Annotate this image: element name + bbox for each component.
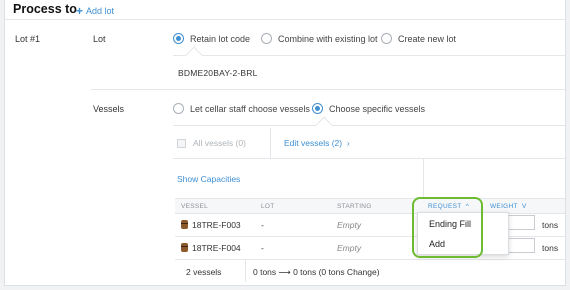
starting-cell: Empty <box>337 243 362 253</box>
edit-vessels-link[interactable]: Edit vessels (2) › <box>284 138 350 148</box>
lot-number-label: Lot #1 <box>15 34 41 44</box>
vessel-name: 18TRE-F004 <box>192 243 241 253</box>
radio-circle <box>381 33 392 44</box>
weight-input[interactable] <box>505 238 535 253</box>
lot-code-value: BDME20BAY-2-BRL <box>178 68 258 78</box>
vessels-row-label: Vessels <box>93 104 125 114</box>
column-header-starting[interactable]: STARTING <box>337 203 372 210</box>
plus-icon: + <box>76 4 84 18</box>
radio-label: Let cellar staff choose vessels <box>190 103 310 114</box>
starting-cell: Empty <box>337 220 362 230</box>
radio-combine-existing-lot[interactable]: Combine with existing lot <box>261 33 378 44</box>
lot-row-label: Lot <box>93 34 106 44</box>
vessel-cell: 18TRE-F003 <box>181 220 241 230</box>
all-vessels-checkbox[interactable]: All vessels (0) <box>177 138 246 148</box>
radio-label: Combine with existing lot <box>278 33 378 44</box>
weight-unit: tons <box>542 243 559 253</box>
page-title: Process to <box>13 2 77 16</box>
vessel-count: 2 vessels <box>186 267 222 277</box>
lot-cell: - <box>261 220 264 230</box>
edit-vessels-label: Edit vessels (2) <box>284 138 343 148</box>
radio-label: Choose specific vessels <box>329 103 426 114</box>
radio-circle <box>261 33 272 44</box>
vessel-name: 18TRE-F003 <box>192 220 241 230</box>
add-lot-button[interactable]: + Add lot <box>76 4 114 18</box>
radio-circle <box>312 103 323 114</box>
add-lot-label: Add lot <box>86 6 115 16</box>
radio-label: Create new lot <box>398 33 457 44</box>
show-capacities-link[interactable]: Show Capacities <box>177 174 240 184</box>
radio-create-new-lot[interactable]: Create new lot <box>381 33 456 44</box>
divider <box>173 158 565 159</box>
weight-unit: tons <box>542 220 559 230</box>
column-header-weight[interactable]: WEIGHT v <box>490 203 527 210</box>
chevron-right-icon: › <box>346 138 350 148</box>
divider <box>91 89 565 90</box>
radio-choose-specific-vessels[interactable]: Choose specific vessels <box>312 103 425 114</box>
column-header-vessel[interactable]: VESSEL <box>181 203 208 210</box>
divider <box>173 125 565 126</box>
radio-label: Retain lot code <box>190 33 251 44</box>
sort-down-icon: v <box>522 203 527 210</box>
process-card: Process to + Add lot Lot #1 Lot Retain lo… <box>4 0 566 286</box>
divider-vertical <box>270 128 271 158</box>
lot-cell: - <box>261 243 264 253</box>
barrel-icon <box>181 243 188 252</box>
column-header-lot[interactable]: LOT <box>261 203 275 210</box>
table-footer: 2 vessels 0 tons ⟶ 0 tons (0 tons Change… <box>175 260 565 282</box>
divider-vertical <box>423 159 424 197</box>
radio-retain-lot-code[interactable]: Retain lot code <box>173 33 250 44</box>
checkbox-box <box>177 138 186 148</box>
process-header: Process to + Add lot <box>5 0 565 20</box>
divider-vertical <box>245 260 246 282</box>
barrel-icon <box>181 220 188 229</box>
radio-circle <box>173 33 184 44</box>
radio-circle <box>173 103 184 114</box>
all-vessels-label: All vessels (0) <box>193 138 246 148</box>
vessel-cell: 18TRE-F004 <box>181 243 241 253</box>
lot-pointer-notch <box>185 46 203 64</box>
highlight-outline <box>412 197 483 258</box>
divider <box>173 55 565 56</box>
radio-let-cellar-staff-choose[interactable]: Let cellar staff choose vessels <box>173 103 310 114</box>
weight-change-summary: 0 tons ⟶ 0 tons (0 tons Change) <box>253 267 380 277</box>
weight-header-label: WEIGHT <box>490 203 518 210</box>
weight-input[interactable] <box>505 215 535 230</box>
vessels-pointer-notch <box>315 116 333 134</box>
